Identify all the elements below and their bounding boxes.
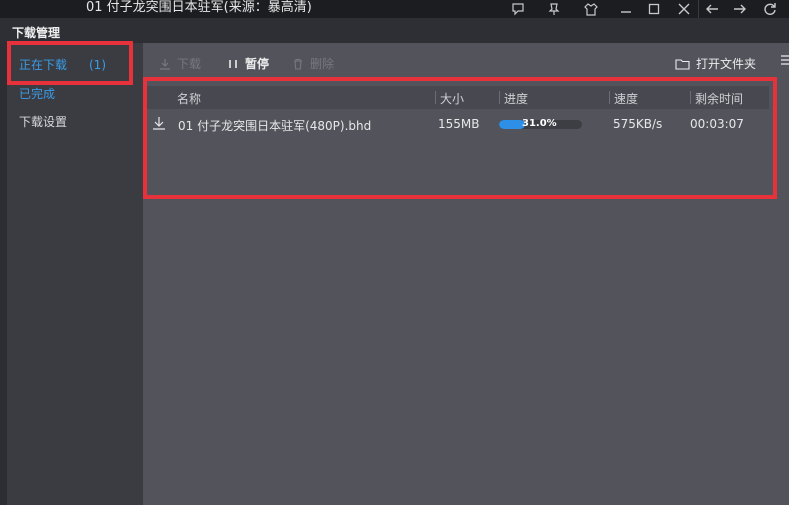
sidebar-item-downloading[interactable]: 正在下载 (1): [0, 52, 143, 78]
progress-percent: 31.0%: [522, 118, 557, 129]
open-folder-label: 打开文件夹: [696, 57, 757, 71]
close-icon[interactable]: [673, 0, 695, 18]
titlebar-divider: [698, 0, 699, 18]
download-button-label: 下载: [177, 57, 202, 71]
window-titlebar: 01 付子龙突围日本驻军(来源：暴高清): [0, 0, 789, 18]
column-remaining[interactable]: 剩余时间: [695, 90, 743, 107]
skin-icon[interactable]: [580, 0, 602, 18]
minimize-icon[interactable]: [615, 0, 637, 18]
download-icon: [160, 58, 170, 70]
menu-icon: [781, 55, 789, 65]
pin-icon[interactable]: [543, 0, 565, 18]
column-progress[interactable]: 进度: [504, 90, 528, 107]
column-divider[interactable]: [609, 91, 610, 104]
column-divider[interactable]: [690, 91, 691, 104]
forward-icon[interactable]: [729, 0, 751, 18]
pause-button[interactable]: 暂停: [227, 55, 269, 72]
pause-icon: [229, 59, 237, 68]
sidebar-item-completed[interactable]: 已完成: [0, 81, 143, 107]
refresh-icon[interactable]: [759, 0, 781, 18]
remaining-time: 00:03:07: [690, 117, 744, 131]
delete-icon: [294, 58, 302, 70]
window-title: 01 付子龙突围日本驻军(来源：暴高清): [86, 0, 312, 15]
column-divider[interactable]: [499, 91, 500, 104]
column-speed[interactable]: 速度: [614, 90, 638, 107]
table-row[interactable]: 01 付子龙突围日本驻军(480P).bhd 155MB 31.0% 575KB…: [143, 113, 769, 137]
file-name: 01 付子龙突围日本驻军(480P).bhd: [178, 119, 372, 133]
download-manager-header: 下载管理: [0, 18, 789, 43]
feedback-icon[interactable]: [507, 0, 529, 18]
folder-icon: [675, 58, 690, 70]
sidebar-item-settings[interactable]: 下载设置: [0, 109, 143, 135]
sidebar-item-label: 已完成: [19, 87, 56, 101]
download-count-badge: (1): [89, 58, 106, 72]
sidebar: 正在下载 (1) 已完成 下载设置: [0, 43, 143, 505]
file-size: 155MB: [438, 117, 480, 131]
menu-button[interactable]: [781, 55, 789, 65]
sidebar-item-label: 正在下载: [19, 58, 68, 72]
window-edge: [0, 43, 7, 505]
delete-button[interactable]: 删除: [292, 55, 334, 72]
main-panel: 下载 暂停 删除 打开文件夹 名称 大小 进度 速度 剩余时间 01 付子龙突围…: [143, 43, 789, 505]
sidebar-item-label: 下载设置: [19, 115, 68, 129]
column-divider[interactable]: [435, 91, 436, 104]
column-size[interactable]: 大小: [440, 90, 464, 107]
table-header: 名称 大小 进度 速度 剩余时间: [143, 86, 769, 109]
download-button[interactable]: 下载: [159, 55, 201, 72]
progress-fill: [499, 120, 525, 129]
toolbar: 下载 暂停 删除 打开文件夹: [143, 51, 789, 75]
maximize-icon[interactable]: [643, 0, 665, 18]
delete-button-label: 删除: [310, 57, 335, 71]
pause-button-label: 暂停: [245, 57, 270, 71]
download-icon: [152, 116, 166, 133]
back-icon[interactable]: [701, 0, 723, 18]
open-folder-button[interactable]: 打开文件夹: [675, 55, 756, 72]
panel-title: 下载管理: [12, 26, 61, 40]
column-name[interactable]: 名称: [177, 90, 201, 107]
download-speed: 575KB/s: [613, 117, 663, 131]
